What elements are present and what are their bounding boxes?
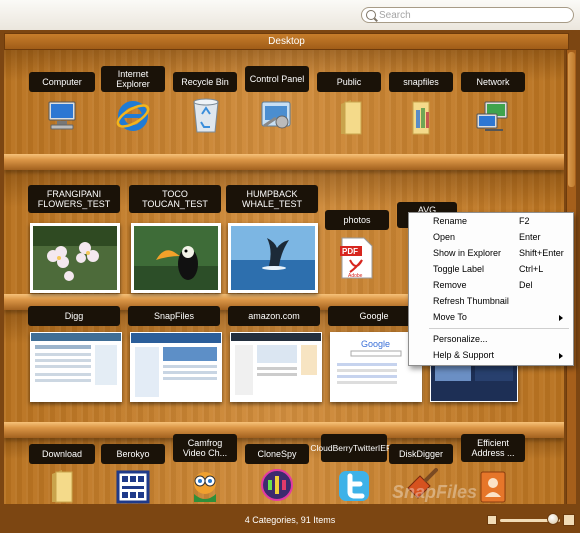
control-panel-icon <box>261 101 291 129</box>
category-header[interactable]: Desktop <box>4 33 569 50</box>
item-label: Digg <box>28 306 120 326</box>
flower-photo-thumbnail <box>30 223 120 293</box>
zoom-in-icon[interactable] <box>563 514 575 526</box>
shelf-board <box>4 154 564 170</box>
berokyo-icon <box>116 470 150 504</box>
zoom-slider-handle[interactable] <box>547 513 559 525</box>
item-label: CloudBerryTwitterIEP... <box>310 434 398 462</box>
menu-item-move-to[interactable]: Move To <box>411 310 569 325</box>
item-label: Network <box>461 72 525 92</box>
clonespy-icon <box>261 469 293 501</box>
menu-item-rename[interactable]: Rename F2 <box>411 214 569 229</box>
item-label: Computer <box>29 72 95 92</box>
website-thumbnail <box>30 332 122 402</box>
amazon-page-preview <box>231 333 321 401</box>
search-box[interactable] <box>361 7 574 23</box>
item-label: photos <box>325 210 389 230</box>
search-icon <box>366 10 376 20</box>
search-toolbar <box>0 0 580 30</box>
pdf-adobe-text: Adobe <box>348 273 363 279</box>
google-logo-text: Google <box>361 339 390 349</box>
item-label: DiskDigger <box>389 444 453 464</box>
context-menu: Rename F2 Open Enter Show in Explorer Shift… <box>408 212 574 366</box>
menu-item-personalize[interactable]: Personalize... <box>411 332 569 347</box>
folder-icon <box>341 100 362 135</box>
menu-item-remove[interactable]: Remove Del <box>411 278 569 293</box>
library-icon <box>412 101 430 135</box>
twitter-icon <box>339 471 369 501</box>
flower-photo <box>33 226 117 290</box>
item-label: Recycle Bin <box>173 72 237 92</box>
item-label: Control Panel <box>245 66 309 92</box>
scrollbar-thumb[interactable] <box>568 52 575 187</box>
camfrog-icon <box>194 472 216 502</box>
item-label: FRANGIPANI FLOWERS_TEST <box>28 185 120 213</box>
status-text: 4 Categories, 91 Items <box>244 515 336 525</box>
submenu-arrow-icon <box>559 353 563 359</box>
menu-item-open[interactable]: Open Enter <box>411 230 569 245</box>
menu-item-toggle-label[interactable]: Toggle Label Ctrl+L <box>411 262 569 277</box>
item-label: snapfiles <box>389 72 453 92</box>
website-thumbnail <box>130 332 222 402</box>
folder-icon <box>52 470 73 503</box>
svg-text:PDF: PDF <box>342 247 358 256</box>
whale-photo-thumbnail <box>228 223 318 293</box>
pdf-icon: PDF Adobe <box>340 237 373 279</box>
item-label: Public <box>317 72 381 92</box>
menu-separator <box>429 328 569 329</box>
toucan-photo-thumbnail <box>131 223 221 293</box>
item-label: Internet Explorer <box>101 66 165 92</box>
website-thumbnail <box>230 332 322 402</box>
whale-photo <box>231 226 315 290</box>
item-label: TOCO TOUCAN_TEST <box>129 185 221 213</box>
item-label: CloneSpy <box>245 444 309 464</box>
address-book-icon <box>480 471 506 503</box>
submenu-arrow-icon <box>559 315 563 321</box>
computer-icon <box>48 101 76 130</box>
item-label: Camfrog Video Ch... <box>173 434 237 462</box>
menu-item-show-in-explorer[interactable]: Show in Explorer Shift+Enter <box>411 246 569 261</box>
item-label: Download <box>29 444 95 464</box>
menu-item-help-support[interactable]: Help & Support <box>411 348 569 363</box>
network-icon <box>476 101 508 131</box>
item-label: SnapFiles <box>128 306 220 326</box>
item-label: Efficient Address ... <box>461 434 525 462</box>
toucan-photo <box>134 226 218 290</box>
item-label: amazon.com <box>228 306 320 326</box>
item-label: Google <box>328 306 420 326</box>
zoom-out-icon[interactable] <box>487 515 497 525</box>
snapfiles-watermark: SnapFiles <box>392 482 478 502</box>
search-input[interactable] <box>379 8 559 22</box>
snapfiles-page-preview <box>131 333 221 401</box>
recycle-bin-icon <box>193 98 219 133</box>
item-label: Berokyo <box>101 444 165 464</box>
item-label: HUMPBACK WHALE_TEST <box>226 185 318 213</box>
digg-page-preview <box>31 333 121 401</box>
internet-explorer-icon <box>116 101 150 131</box>
menu-item-refresh-thumbnail[interactable]: Refresh Thumbnail <box>411 294 569 309</box>
